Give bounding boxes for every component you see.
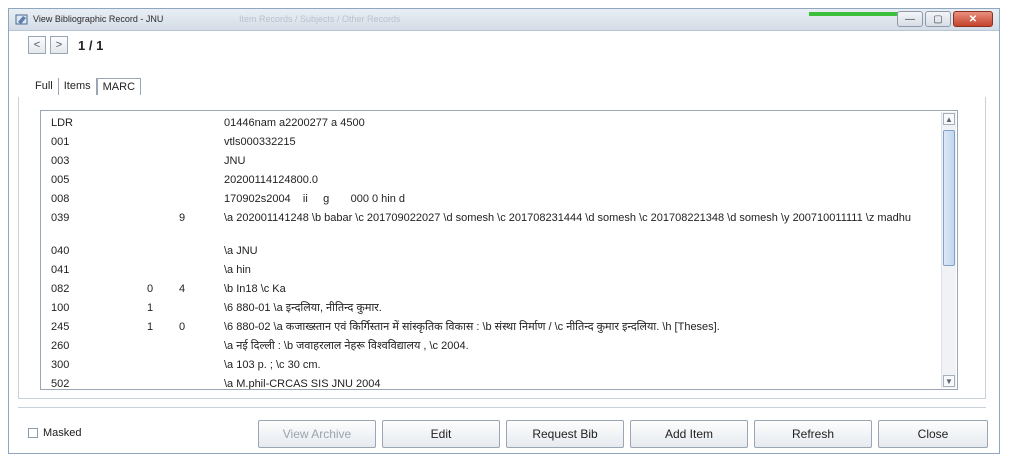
marc-record-list[interactable]: LDR 01446nam a2200277 a 4500 001 vtls000… (40, 110, 958, 390)
record-tabs: Full Items MARC (30, 78, 142, 95)
marc-indicator-2: 4 (179, 283, 186, 295)
marc-tag: 001 (51, 136, 70, 148)
marc-tag: 005 (51, 174, 70, 186)
record-navigation: < > 1 / 1 (28, 36, 103, 54)
add-item-button[interactable]: Add Item (630, 420, 748, 448)
marc-value: \a 103 p. ; \c 30 cm. (224, 359, 321, 371)
request-bib-button[interactable]: Request Bib (506, 420, 624, 448)
marc-tag: LDR (51, 117, 74, 129)
view-archive-button[interactable]: View Archive (258, 420, 376, 448)
scroll-thumb[interactable] (943, 130, 955, 266)
marc-value: \a hin (224, 264, 251, 276)
marc-value: 01446nam a2200277 a 4500 (224, 117, 365, 129)
marc-tag: 008 (51, 193, 70, 205)
edit-button[interactable]: Edit (382, 420, 500, 448)
vertical-scrollbar[interactable]: ▲ ▼ (941, 112, 956, 388)
marc-value: \a नई दिल्ली : \b जवाहरलाल नेहरू विश्ववि… (224, 340, 469, 352)
marc-value: \6 880-02 \a कजाख्स्तान एवं किर्गिस्तान … (224, 321, 720, 333)
tab-marc[interactable]: MARC (96, 78, 142, 95)
masked-option[interactable]: Masked (28, 427, 82, 439)
marc-value: vtls000332215 (224, 136, 296, 148)
marc-value: \a M.phil-CRCAS SIS JNU 2004 (224, 378, 381, 390)
close-button[interactable]: Close (878, 420, 988, 448)
next-record-button[interactable]: > (50, 36, 68, 54)
marc-tag: 082 (51, 283, 70, 295)
refresh-button[interactable]: Refresh (754, 420, 872, 448)
marc-tag: 039 (51, 212, 70, 224)
minimize-button[interactable]: — (897, 11, 923, 27)
marc-value: 170902s2004 ii g 000 0 hin d (224, 193, 406, 205)
marc-value: \a JNU (224, 245, 258, 257)
marc-tag: 100 (51, 302, 70, 314)
marc-value: JNU (224, 155, 246, 167)
marc-value: 20200114124800.0 (224, 174, 319, 186)
marc-tag: 003 (51, 155, 70, 167)
record-pager: 1 / 1 (78, 37, 104, 53)
marc-value: \6 880-01 \a इन्दलिया, नीतिन्द कुमार. (224, 302, 382, 314)
title-bar[interactable]: View Bibliographic Record - JNU Item Rec… (9, 9, 999, 31)
marc-tag: 245 (51, 321, 70, 333)
scroll-down-arrow-icon[interactable]: ▼ (943, 375, 955, 387)
tab-items[interactable]: Items (59, 78, 97, 95)
marc-value: \b In18 \c Ka (224, 283, 286, 295)
footer-divider (18, 407, 986, 408)
marc-value: \a 202001141248 \b babar \c 201709022027… (224, 212, 912, 224)
background-window-title: Item Records / Subjects / Other Records (239, 14, 401, 24)
marc-tag: 040 (51, 245, 70, 257)
marc-indicator-2: 9 (179, 212, 186, 224)
scroll-up-arrow-icon[interactable]: ▲ (943, 113, 955, 125)
marc-tag: 260 (51, 340, 70, 352)
masked-checkbox[interactable] (28, 428, 38, 438)
maximize-button[interactable]: ▢ (925, 11, 951, 27)
window-close-button[interactable]: ✕ (953, 11, 993, 27)
masked-label: Masked (43, 427, 82, 439)
marc-indicator-1: 0 (147, 283, 154, 295)
window-title: View Bibliographic Record - JNU (33, 14, 164, 24)
tab-full[interactable]: Full (30, 78, 59, 95)
app-icon (15, 14, 28, 25)
marc-tag: 300 (51, 359, 70, 371)
marc-tag: 041 (51, 264, 70, 276)
previous-record-button[interactable]: < (28, 36, 46, 54)
marc-indicator-2: 0 (179, 321, 186, 333)
action-buttons: View Archive Edit Request Bib Add Item R… (258, 420, 988, 448)
marc-indicator-1: 1 (147, 321, 154, 333)
marc-tag: 502 (51, 378, 70, 390)
marc-indicator-1: 1 (147, 302, 154, 314)
